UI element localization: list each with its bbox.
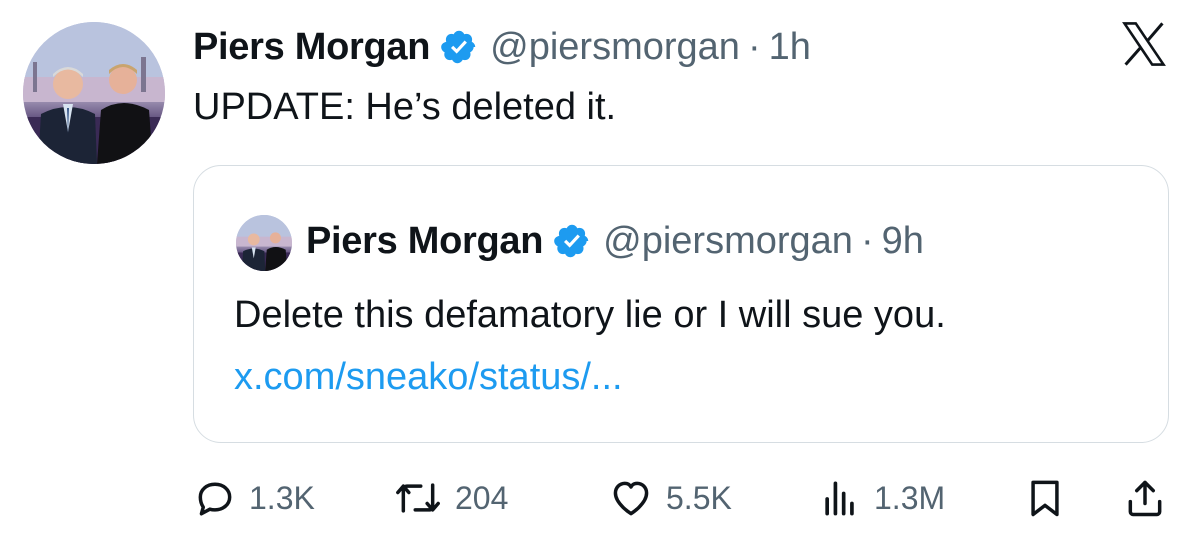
quoted-avatar-photo: [236, 215, 292, 271]
tweet: Piers Morgan @piersmorgan · 1h UPDATE: H…: [0, 0, 1200, 549]
separator-dot: ·: [747, 25, 761, 68]
avatar-photo: [23, 22, 165, 164]
reply-icon: [198, 482, 232, 516]
like-count: 5.5K: [666, 479, 732, 516]
avatar[interactable]: [23, 22, 165, 164]
quoted-author-name[interactable]: Piers Morgan: [306, 220, 543, 263]
quoted-tweet[interactable]: Piers Morgan @piersmorgan · 9h Delete th…: [193, 165, 1169, 443]
author-name[interactable]: Piers Morgan: [193, 26, 430, 69]
like-button[interactable]: 5.5K: [608, 472, 732, 524]
quoted-tweet-header: Piers Morgan @piersmorgan · 9h: [306, 216, 924, 266]
quoted-tweet-link[interactable]: x.com/sneako/status/...: [234, 356, 623, 399]
author-handle[interactable]: @piersmorgan: [490, 26, 740, 69]
tweet-header: Piers Morgan @piersmorgan · 1h: [193, 22, 811, 72]
quoted-timestamp[interactable]: 9h: [882, 220, 924, 263]
reply-count: 1.3K: [249, 479, 315, 516]
bookmark-button[interactable]: [1023, 472, 1067, 524]
separator-dot: ·: [860, 219, 874, 262]
repost-icon: [396, 483, 440, 513]
heart-icon: [613, 481, 649, 516]
repost-count: 204: [455, 479, 509, 516]
quoted-author-handle[interactable]: @piersmorgan: [603, 220, 853, 263]
verified-badge-icon: [553, 222, 591, 260]
reply-button[interactable]: 1.3K: [193, 472, 315, 524]
views-button[interactable]: 1.3M: [818, 472, 945, 524]
share-icon: [1128, 480, 1162, 517]
x-logo-icon: [1118, 18, 1170, 70]
quoted-tweet-text: Delete this defamatory lie or I will sue…: [234, 294, 946, 336]
action-bar: 1.3K 204 5.5K 1.3M: [193, 472, 1173, 524]
tweet-text: UPDATE: He’s deleted it.: [193, 86, 617, 128]
views-count: 1.3M: [874, 479, 946, 516]
bookmark-icon: [1031, 480, 1059, 517]
views-icon: [825, 481, 854, 516]
timestamp[interactable]: 1h: [769, 26, 811, 69]
verified-badge-icon: [440, 28, 478, 66]
share-button[interactable]: [1123, 472, 1167, 524]
repost-button[interactable]: 204: [393, 472, 508, 524]
quoted-avatar[interactable]: [236, 215, 292, 271]
